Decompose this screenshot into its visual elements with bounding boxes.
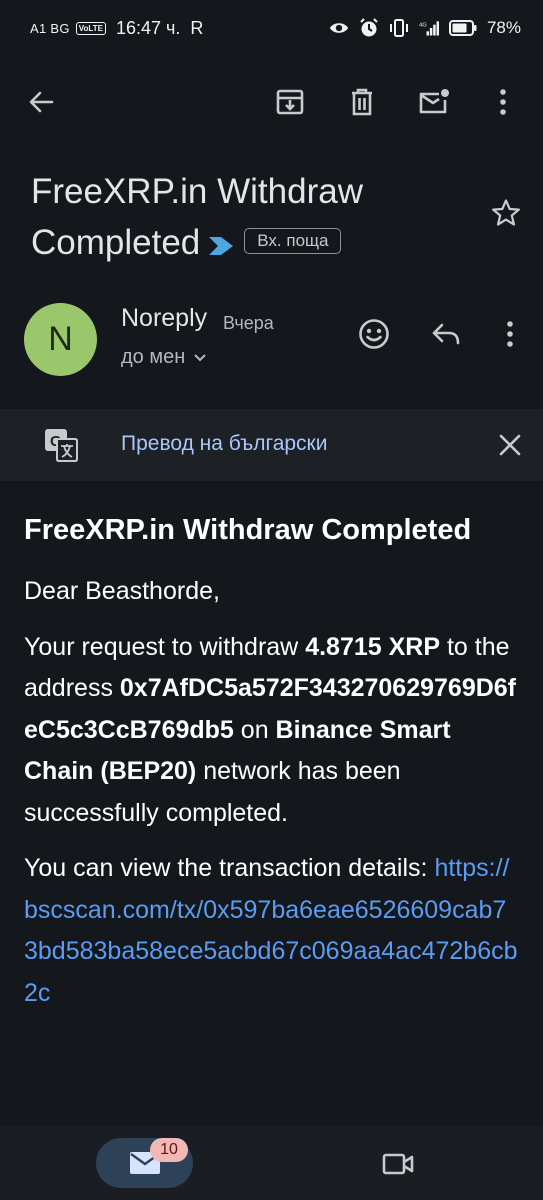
- carrier-label: A1 BG: [30, 20, 70, 36]
- reply-button[interactable]: [425, 313, 467, 355]
- inbox-label-chip[interactable]: Вх. поща: [244, 227, 342, 254]
- archive-icon: [276, 89, 304, 115]
- chevron-down-icon: [194, 353, 206, 361]
- avatar-initial: N: [48, 320, 73, 358]
- more-vert-icon: [507, 321, 513, 347]
- network-type-label: 4G: [419, 22, 427, 28]
- translate-link[interactable]: Превод на български: [121, 432, 327, 456]
- close-icon: [499, 434, 521, 456]
- archive-button[interactable]: [270, 82, 310, 122]
- translate-close-button[interactable]: [490, 425, 530, 465]
- r-indicator: R: [190, 17, 204, 38]
- recipient-text: до мен: [121, 346, 186, 368]
- withdraw-paragraph: Your request to withdraw 4.8715 XRP to t…: [24, 627, 519, 835]
- sender-avatar[interactable]: N: [24, 303, 97, 376]
- delete-button[interactable]: [342, 82, 382, 122]
- p1-text-3: on: [233, 715, 276, 744]
- more-options-button[interactable]: [483, 82, 523, 122]
- sender-name[interactable]: Noreply: [121, 304, 207, 333]
- volte-badge: VoLTE: [75, 21, 106, 35]
- email-toolbar: [0, 72, 543, 132]
- more-vert-icon: [500, 89, 506, 115]
- email-body: FreeXRP.in Withdraw Completed Dear Beast…: [24, 505, 519, 1014]
- transaction-text: You can view the transaction details:: [24, 854, 428, 882]
- bottom-navigation: 10: [0, 1126, 543, 1200]
- status-left: A1 BG VoLTE 16:47 ч. R: [30, 18, 203, 39]
- battery-percent: 78%: [486, 18, 521, 37]
- email-body-heading: FreeXRP.in Withdraw Completed: [24, 514, 472, 546]
- alarm-icon: [359, 18, 379, 38]
- signal-icon: 4G: [419, 18, 439, 38]
- unread-count-badge: 10: [150, 1138, 188, 1162]
- status-bar: A1 BG VoLTE 16:47 ч. R 4G 78%: [0, 0, 543, 56]
- importance-marker-icon[interactable]: [208, 219, 234, 270]
- status-right: 4G 78%: [329, 18, 521, 38]
- message-more-button[interactable]: [489, 313, 531, 355]
- star-button[interactable]: [486, 193, 526, 233]
- translate-bar: G Превод на български: [0, 409, 543, 481]
- delete-icon: [352, 88, 372, 116]
- eye-icon: [329, 18, 349, 38]
- star-icon: [492, 199, 520, 226]
- clock: 16:47 ч.: [115, 17, 181, 38]
- reply-icon: [432, 323, 460, 345]
- vibrate-icon: [389, 18, 409, 38]
- video-camera-icon: [382, 1153, 414, 1175]
- meet-tab[interactable]: [378, 1144, 418, 1184]
- recipient-details[interactable]: до мен: [121, 346, 207, 369]
- back-button[interactable]: [21, 82, 61, 122]
- p1-text-1: Your request to withdraw: [24, 632, 306, 661]
- mark-unread-button[interactable]: [414, 82, 454, 122]
- battery-icon: [448, 18, 477, 38]
- react-emoji-button[interactable]: [353, 313, 395, 355]
- withdraw-amount: 4.8715 XRP: [305, 632, 441, 661]
- email-subject: FreeXRP.in Withdraw Completed Вх. поща: [31, 166, 471, 270]
- transaction-paragraph: You can view the transaction details: ht…: [24, 848, 519, 1014]
- translate-icon: G: [44, 428, 78, 462]
- back-arrow-icon: [29, 91, 54, 113]
- mark-unread-icon: [419, 89, 449, 114]
- email-time: Вчера: [223, 313, 274, 333]
- greeting-text: Dear Beasthorde,: [24, 577, 220, 605]
- emoji-icon: [359, 319, 389, 349]
